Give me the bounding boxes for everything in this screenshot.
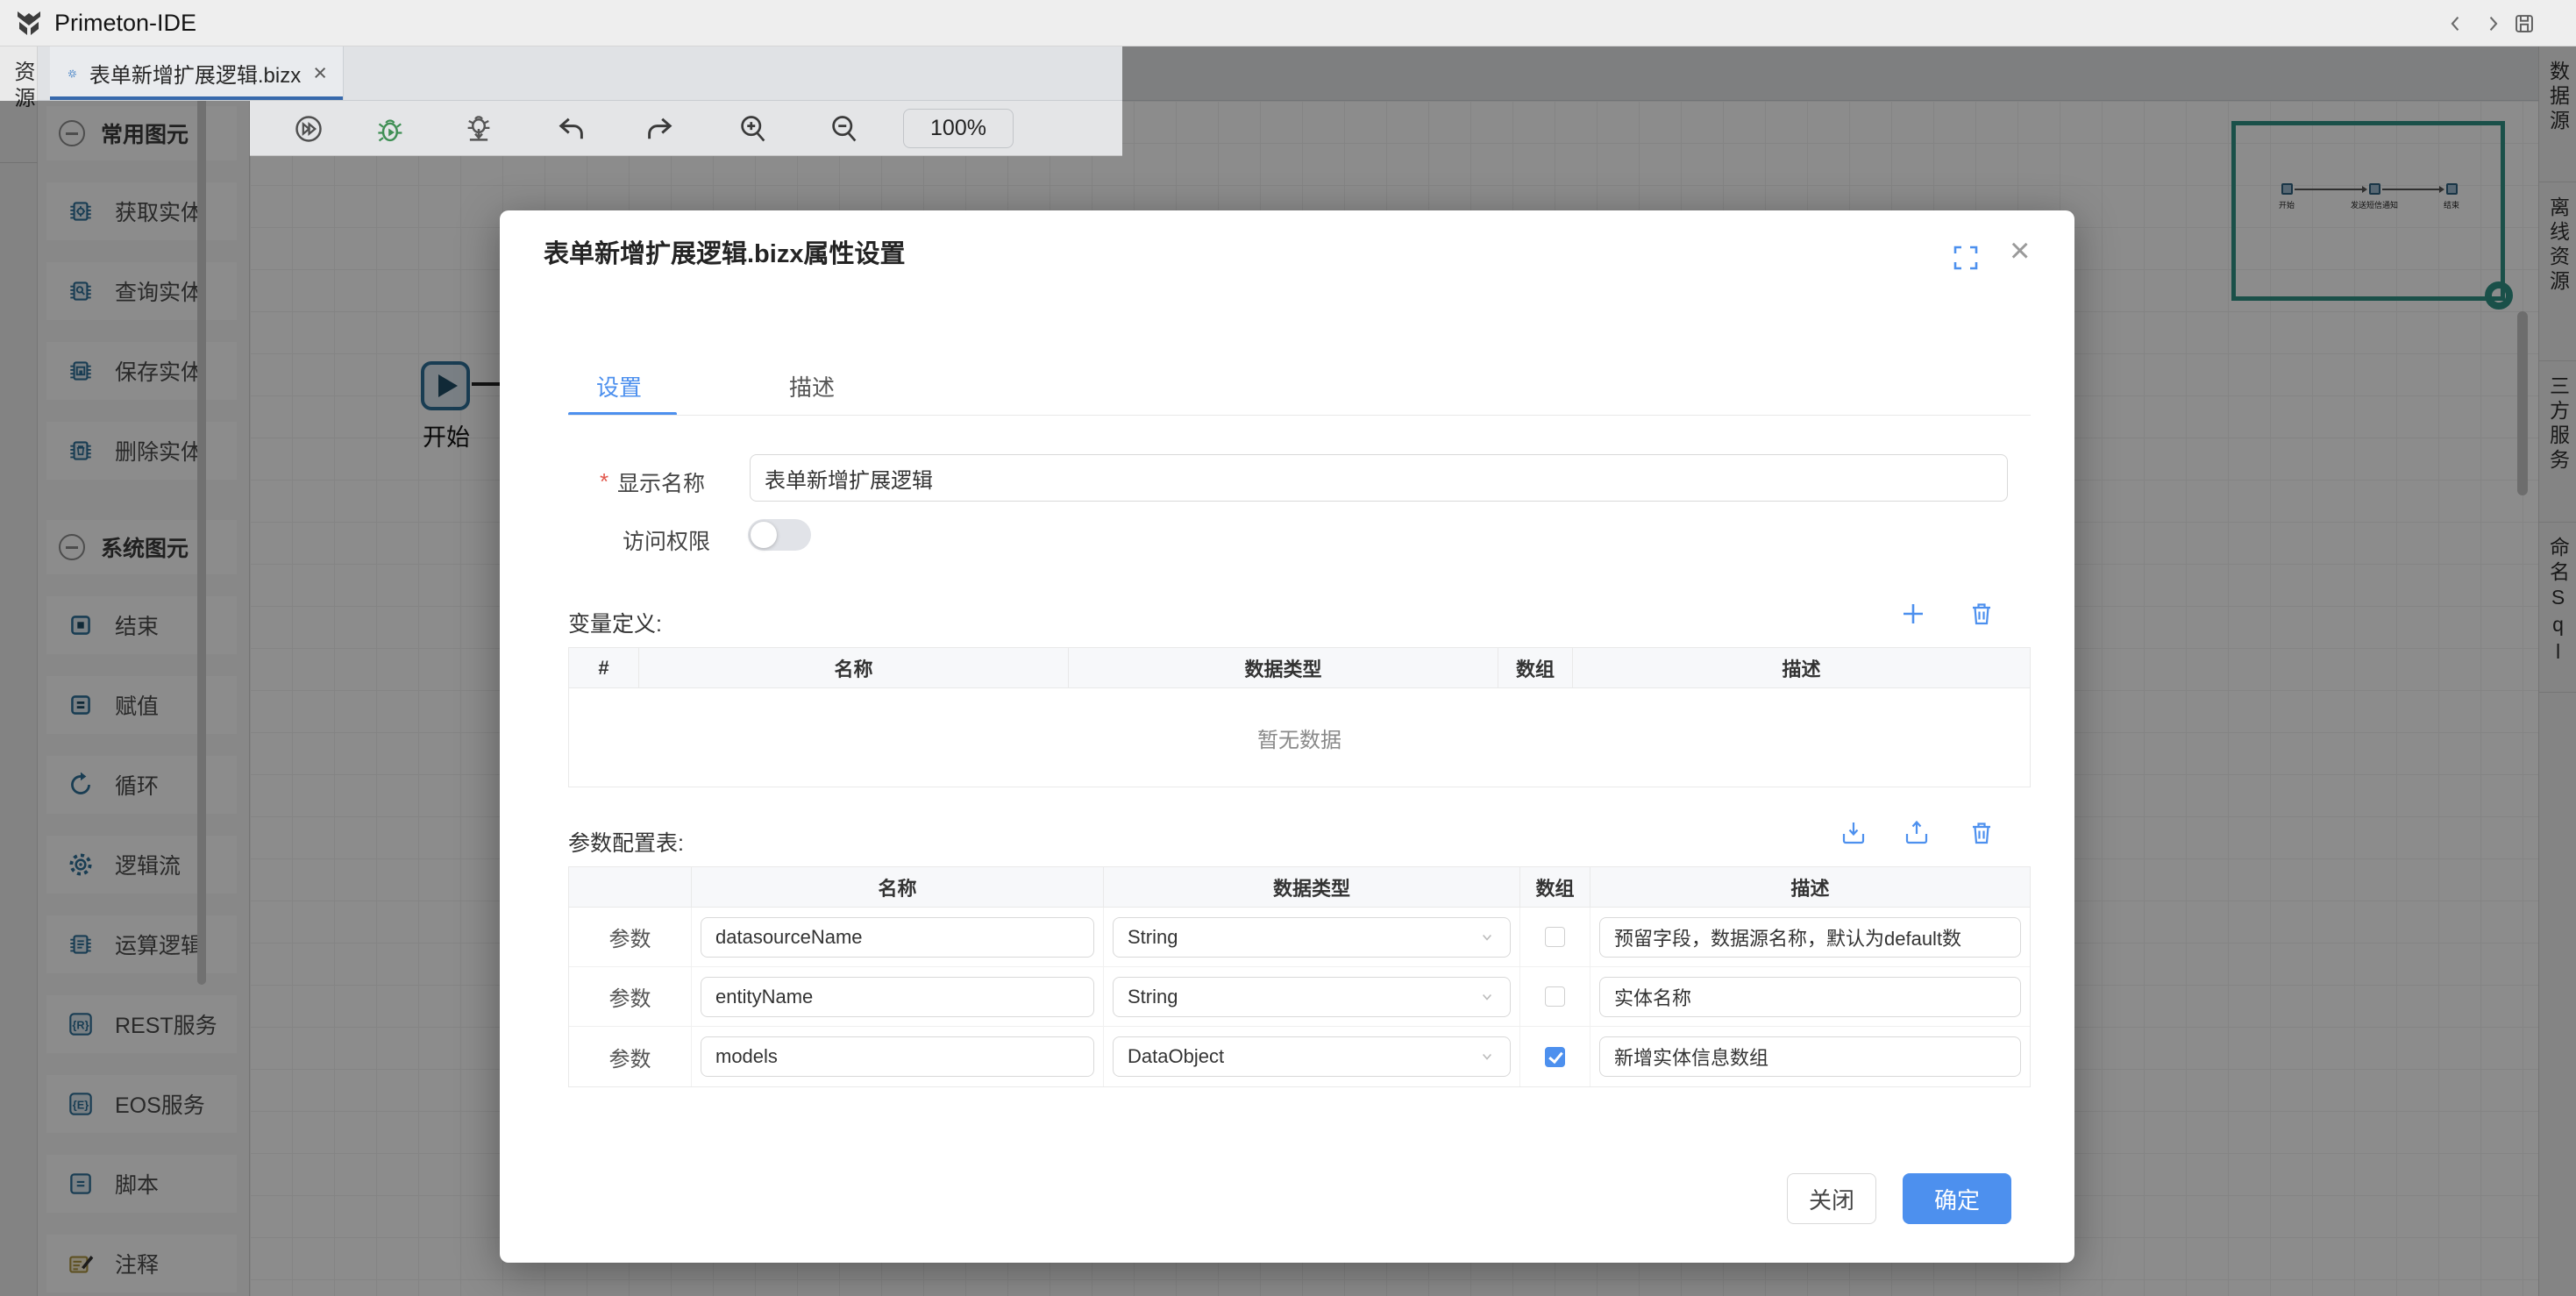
param-type-value: DataObject — [1128, 1045, 1224, 1068]
primeton-ide-window: Primeton-IDE 资源 表单新增扩展逻辑.bizx × 开始 — [0, 0, 2576, 1296]
delete-variable-icon[interactable] — [1968, 600, 1996, 628]
column-header: 名称 — [692, 867, 1104, 907]
title-bar: Primeton-IDE — [0, 0, 2576, 46]
param-type-value: String — [1128, 986, 1178, 1008]
app-title: Primeton-IDE — [54, 10, 196, 37]
save-icon[interactable] — [2513, 12, 2536, 35]
tab-bizx-file[interactable]: 表单新增扩展逻辑.bizx × — [50, 46, 344, 100]
param-row: 参数 entityName String 实体名称 — [569, 967, 2030, 1027]
close-icon[interactable]: × — [2010, 233, 2030, 268]
chevron-down-icon — [1478, 988, 1496, 1006]
properties-dialog: 表单新增扩展逻辑.bizx属性设置 × 设置描述 * 显示名称 表单新增扩展逻辑… — [500, 210, 2074, 1263]
nav-back-icon[interactable] — [2444, 12, 2467, 35]
run-icon[interactable] — [293, 113, 324, 145]
column-header: 描述 — [1573, 648, 2030, 687]
dialog-tab-settings[interactable]: 设置 — [596, 370, 642, 402]
variables-label: 变量定义: — [568, 607, 662, 638]
debug-icon[interactable] — [375, 113, 407, 145]
modal-backdrop — [0, 101, 250, 1296]
access-toggle[interactable] — [748, 519, 811, 551]
add-variable-icon[interactable] — [1899, 600, 1927, 628]
param-array-checkbox[interactable] — [1545, 1047, 1565, 1067]
param-desc-input[interactable]: 实体名称 — [1599, 977, 2021, 1017]
delete-param-icon[interactable] — [1968, 819, 1996, 847]
tabs-divider — [568, 415, 2031, 416]
debug-export-icon[interactable] — [463, 113, 495, 145]
import-params-icon[interactable] — [1839, 819, 1868, 847]
modal-backdrop — [1122, 46, 2576, 156]
column-header: 数据类型 — [1104, 867, 1520, 907]
param-kind: 参数 — [609, 1042, 651, 1072]
param-name-input[interactable]: models — [701, 1036, 1094, 1077]
param-type-select[interactable]: DataObject — [1113, 1036, 1511, 1077]
params-table: 名称数据类型数组描述 参数 datasourceName String 预留字段… — [568, 866, 2031, 1087]
tab-label: 表单新增扩展逻辑.bizx — [89, 58, 301, 89]
undo-icon[interactable] — [555, 113, 587, 145]
zoom-level-display[interactable]: 100% — [903, 109, 1014, 148]
chevron-down-icon — [1478, 929, 1496, 946]
fullscreen-icon[interactable] — [1952, 244, 1980, 272]
param-array-checkbox[interactable] — [1545, 986, 1565, 1007]
nav-forward-icon[interactable] — [2481, 12, 2504, 35]
chevron-down-icon — [1478, 1048, 1496, 1065]
params-label: 参数配置表: — [568, 826, 684, 858]
param-name-input[interactable]: entityName — [701, 977, 1094, 1017]
param-type-value: String — [1128, 926, 1178, 949]
toggle-knob — [751, 522, 777, 548]
display-name-input[interactable]: 表单新增扩展逻辑 — [750, 454, 2008, 502]
param-desc-input[interactable]: 新增实体信息数组 — [1599, 1036, 2021, 1077]
param-name-input[interactable]: datasourceName — [701, 917, 1094, 958]
export-params-icon[interactable] — [1903, 819, 1931, 847]
dialog-tab-description[interactable]: 描述 — [789, 370, 835, 402]
ok-button[interactable]: 确定 — [1903, 1173, 2011, 1224]
param-kind: 参数 — [609, 981, 651, 1012]
variables-empty-state: 暂无数据 — [569, 688, 2030, 787]
canvas-toolbar: 100% — [250, 101, 1122, 156]
param-desc-input[interactable]: 预留字段，数据源名称，默认为default数 — [1599, 917, 2021, 958]
zoom-out-icon[interactable] — [829, 113, 860, 145]
close-button[interactable]: 关闭 — [1787, 1173, 1876, 1224]
column-header: 数组 — [1520, 867, 1590, 907]
active-tab-underline — [50, 96, 343, 100]
column-header: 数据类型 — [1069, 648, 1498, 687]
gear-icon — [68, 62, 77, 85]
column-header — [569, 867, 692, 907]
param-kind: 参数 — [609, 922, 651, 952]
tab-close-icon[interactable]: × — [313, 61, 327, 85]
app-logo-icon — [14, 8, 44, 38]
required-mark: * — [600, 468, 608, 495]
variables-table: #名称数据类型数组描述 暂无数据 — [568, 647, 2031, 787]
column-header: # — [569, 648, 639, 687]
access-label: 访问权限 — [623, 524, 710, 556]
param-row: 参数 datasourceName String 预留字段，数据源名称，默认为d… — [569, 908, 2030, 967]
display-name-label: 显示名称 — [617, 466, 705, 498]
column-header: 数组 — [1498, 648, 1573, 687]
zoom-in-icon[interactable] — [737, 113, 769, 145]
param-row: 参数 models DataObject 新增实体信息数组 — [569, 1027, 2030, 1086]
param-array-checkbox[interactable] — [1545, 927, 1565, 947]
redo-icon[interactable] — [644, 113, 676, 145]
column-header: 名称 — [639, 648, 1069, 687]
column-header: 描述 — [1590, 867, 2030, 907]
dialog-title: 表单新增扩展逻辑.bizx属性设置 — [544, 233, 905, 270]
param-type-select[interactable]: String — [1113, 917, 1511, 958]
param-type-select[interactable]: String — [1113, 977, 1511, 1017]
